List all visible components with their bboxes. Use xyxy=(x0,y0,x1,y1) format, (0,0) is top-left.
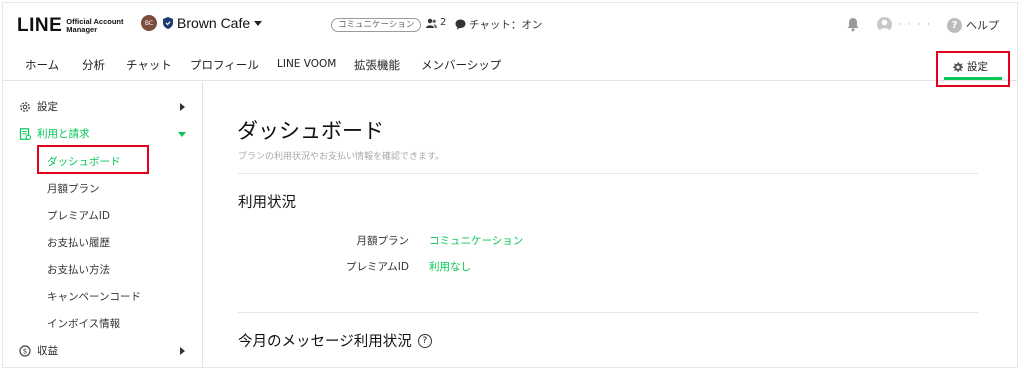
sidebar-item-label: 設定 xyxy=(37,101,58,113)
logo-sub-line2: Manager xyxy=(66,25,98,34)
gear-icon xyxy=(953,61,963,72)
sidebar-subitem-invoice-info[interactable]: インボイス情報 xyxy=(47,316,120,331)
chevron-right-icon xyxy=(180,347,185,355)
svg-text:$: $ xyxy=(23,347,27,355)
chevron-down-icon xyxy=(254,20,263,26)
help-label: ヘルプ xyxy=(966,19,999,32)
receipt-icon xyxy=(19,127,31,140)
tab-profile[interactable]: プロフィール xyxy=(190,57,259,73)
coin-icon: $ xyxy=(19,344,31,357)
tab-settings-label: 設定 xyxy=(967,61,988,73)
help-link[interactable]: ? ヘルプ xyxy=(947,17,999,33)
gear-outline-icon xyxy=(20,101,30,112)
chevron-right-icon xyxy=(180,103,185,111)
active-tab-indicator xyxy=(944,77,1002,80)
page-description: プランの利用状況やお支払い情報を確認できます。 xyxy=(238,152,445,162)
sidebar-subitem-dashboard[interactable]: ダッシュボード xyxy=(47,154,121,169)
usage-section-title: 利用状況 xyxy=(238,195,296,211)
monthly-plan-value[interactable]: コミュニケーション xyxy=(429,233,523,248)
tab-extensions[interactable]: 拡張機能 xyxy=(354,57,400,73)
chat-bubble-icon xyxy=(455,19,466,30)
user-name: · · · · xyxy=(898,19,933,30)
bell-icon[interactable] xyxy=(846,17,860,32)
people-icon xyxy=(426,18,437,28)
sidebar-subitem-monthly-plan[interactable]: 月額プラン xyxy=(47,181,100,196)
chat-status-text: チャット：オン xyxy=(469,19,543,31)
chevron-down-icon xyxy=(178,132,186,137)
sidebar-item-label: 利用と請求 xyxy=(37,128,90,140)
top-bar: LINE Official Account Manager BC Brown C… xyxy=(3,3,1017,47)
sidebar-item-label: 収益 xyxy=(37,345,58,357)
plan-badge: コミュニケーション xyxy=(331,18,422,32)
sidebar-subitem-payment-history[interactable]: お支払い履歴 xyxy=(47,235,110,250)
premium-id-label: プレミアムID xyxy=(346,261,409,273)
divider xyxy=(238,173,978,174)
page-title: ダッシュボード xyxy=(237,119,384,143)
friends-count[interactable]: 2 xyxy=(426,17,446,28)
sidebar-subitem-payment-method[interactable]: お支払い方法 xyxy=(47,262,110,277)
sidebar: 設定 利用と請求 ダッシュボード 月額プラン プレミアムID お支払い履歴 お支… xyxy=(3,82,203,367)
tab-settings-content: 設定 xyxy=(953,59,988,74)
premium-id-value[interactable]: 利用なし xyxy=(429,259,471,274)
sidebar-subitem-campaign-code[interactable]: キャンペーンコード xyxy=(47,289,141,304)
logo-sub-text: Official Account Manager xyxy=(66,18,123,34)
tab-line-voom[interactable]: LINE VOOM xyxy=(277,58,336,70)
tab-home[interactable]: ホーム xyxy=(25,57,59,73)
message-usage-title-text: 今月のメッセージ利用状況 xyxy=(238,334,412,350)
app-window: LINE Official Account Manager BC Brown C… xyxy=(2,2,1018,368)
main-content: ダッシュボード プランの利用状況やお支払い情報を確認できます。 利用状況 月額プ… xyxy=(204,82,1017,367)
sidebar-subitem-premium-id[interactable]: プレミアムID xyxy=(47,208,110,223)
question-icon: ? xyxy=(947,17,962,33)
help-circle-icon[interactable]: ? xyxy=(417,333,432,348)
user-menu[interactable]: · · · · xyxy=(877,17,932,32)
monthly-plan-label: 月額プラン xyxy=(356,235,410,247)
sidebar-item-billing[interactable]: 利用と請求 xyxy=(19,126,90,141)
message-usage-section-title: 今月のメッセージ利用状況 ? xyxy=(238,330,432,351)
sidebar-item-settings[interactable]: 設定 xyxy=(19,99,58,114)
friends-count-value: 2 xyxy=(440,17,447,28)
tab-analytics[interactable]: 分析 xyxy=(82,57,105,73)
logo-main-text: LINE xyxy=(17,15,63,36)
main-nav: ホーム 分析 チャット プロフィール LINE VOOM 拡張機能 メンバーシッ… xyxy=(3,47,1017,87)
tab-chat[interactable]: チャット xyxy=(126,57,172,73)
account-switcher[interactable]: BC Brown Cafe xyxy=(141,15,263,31)
line-oa-manager-logo[interactable]: LINE Official Account Manager xyxy=(17,15,124,37)
account-name: Brown Cafe xyxy=(177,15,251,31)
chat-status[interactable]: チャット：オン xyxy=(455,17,542,32)
verified-shield-icon xyxy=(163,17,173,29)
sidebar-item-revenue[interactable]: $ 収益 xyxy=(19,343,58,358)
divider xyxy=(238,312,978,313)
user-avatar-icon xyxy=(877,17,892,32)
tab-membership[interactable]: メンバーシップ xyxy=(421,57,501,73)
account-avatar: BC xyxy=(141,15,157,31)
